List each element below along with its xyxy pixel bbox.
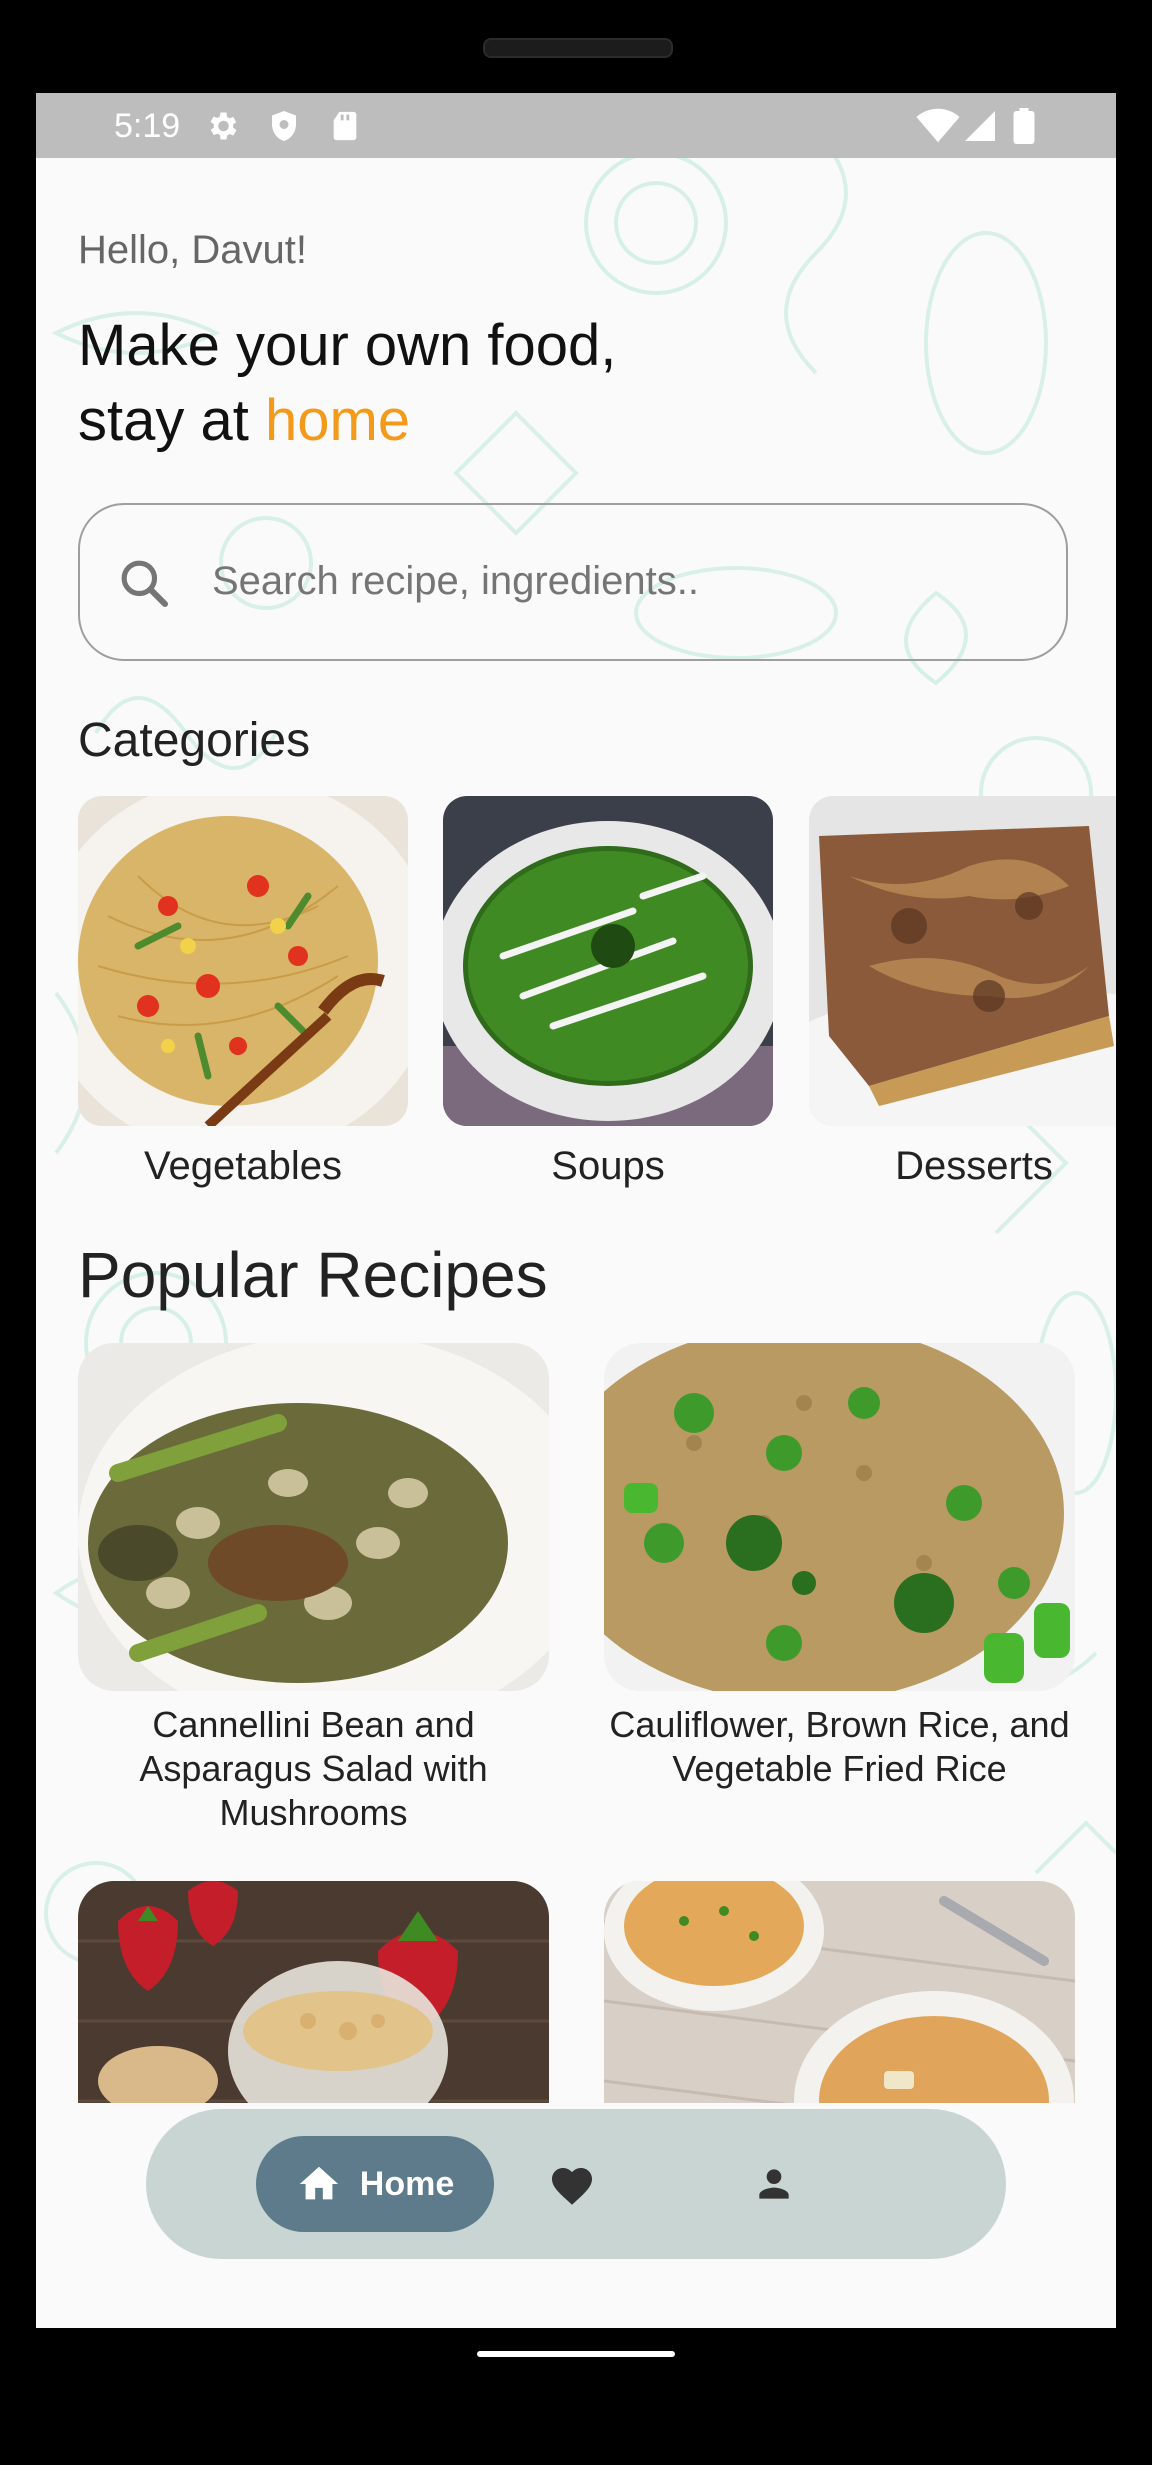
recipe-image bbox=[604, 1343, 1075, 1691]
page-headline: Make your own food, stay at home bbox=[78, 308, 616, 458]
recipe-card[interactable]: Cannellini Bean and Asparagus Salad with… bbox=[78, 1343, 549, 1835]
home-gesture-bar[interactable] bbox=[477, 2351, 675, 2357]
category-card-soups[interactable]: Soups bbox=[443, 796, 773, 1189]
settings-icon bbox=[210, 112, 237, 140]
category-image-vegetables bbox=[78, 796, 408, 1126]
popular-recipes-title: Popular Recipes bbox=[78, 1239, 548, 1311]
bottom-navigation-bar: Home bbox=[146, 2109, 1006, 2259]
categories-title: Categories bbox=[78, 714, 311, 767]
app-screen: 5:19 Hello, Davut! Make your own food, s… bbox=[36, 93, 1116, 2328]
earpiece-speaker bbox=[483, 38, 673, 58]
search-input[interactable] bbox=[210, 545, 1034, 617]
wifi-icon bbox=[916, 108, 960, 143]
profile-person-icon[interactable] bbox=[752, 2162, 796, 2206]
nav-home-button[interactable]: Home bbox=[256, 2136, 494, 2232]
headline-accent: home bbox=[264, 388, 411, 453]
battery-icon bbox=[1013, 108, 1035, 144]
category-card-desserts[interactable]: Desserts bbox=[809, 796, 1116, 1189]
category-card-vegetables[interactable]: Vegetables bbox=[78, 796, 408, 1189]
headline-line1: Make your own food, bbox=[78, 313, 617, 378]
status-time: 5:19 bbox=[114, 107, 181, 145]
status-bar: 5:19 bbox=[36, 93, 1116, 158]
search-bar[interactable] bbox=[78, 503, 1068, 661]
cellular-signal-icon bbox=[965, 111, 995, 141]
search-icon bbox=[121, 560, 169, 608]
recipe-title: Cauliflower, Brown Rice, and Vegetable F… bbox=[609, 1704, 1070, 1789]
sd-card-icon bbox=[333, 111, 357, 141]
headline-line2: stay at bbox=[78, 388, 265, 453]
favorites-heart-icon[interactable] bbox=[548, 2162, 596, 2206]
nav-home-label: Home bbox=[359, 2164, 455, 2203]
category-image-desserts bbox=[809, 796, 1116, 1126]
category-label-vegetables: Vegetables bbox=[144, 1144, 342, 1188]
category-image-soups bbox=[443, 796, 773, 1126]
category-label-soups: Soups bbox=[551, 1144, 665, 1188]
recipe-image bbox=[78, 1343, 549, 1691]
shield-icon bbox=[272, 111, 296, 141]
category-label-desserts: Desserts bbox=[895, 1144, 1053, 1188]
greeting-text: Hello, Davut! bbox=[78, 228, 307, 272]
recipe-card[interactable]: Cauliflower, Brown Rice, and Vegetable F… bbox=[604, 1343, 1075, 1791]
recipe-title: Cannellini Bean and Asparagus Salad with… bbox=[139, 1704, 488, 1833]
home-icon bbox=[299, 2166, 338, 2200]
